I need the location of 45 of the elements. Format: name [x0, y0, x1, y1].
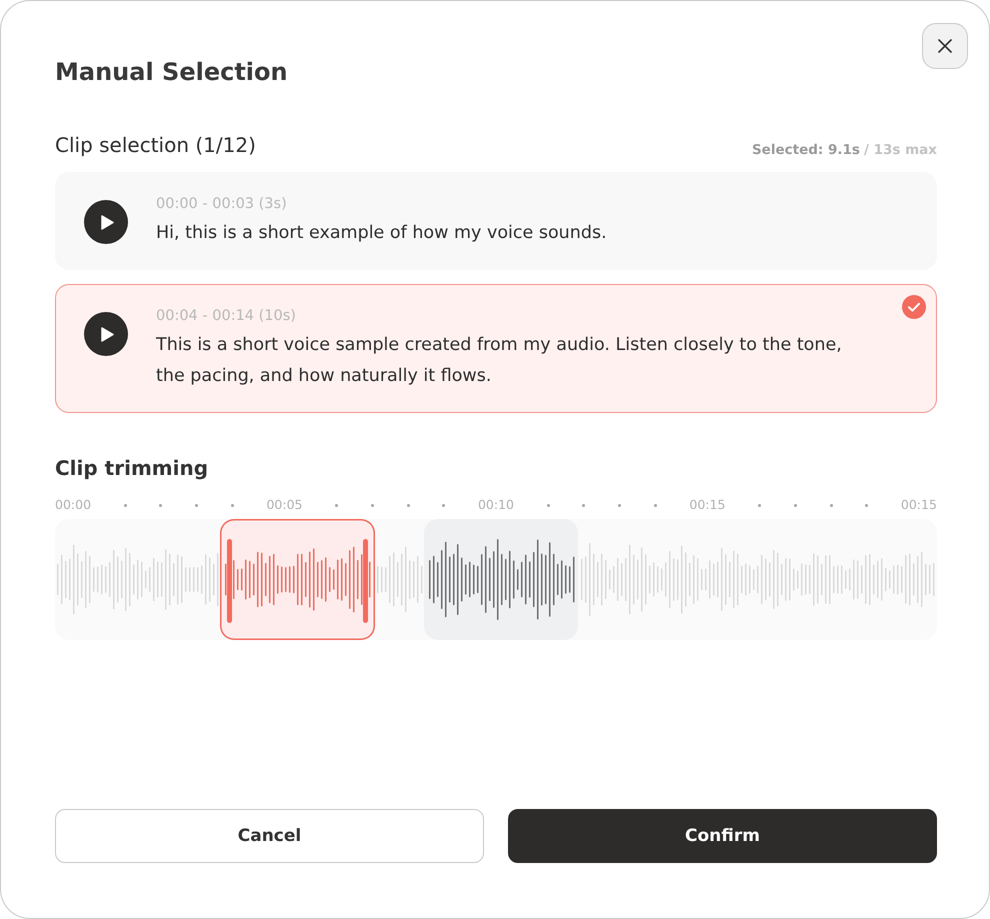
timeline-label: 00:10 — [478, 497, 514, 513]
tick-dot-icon — [195, 504, 198, 506]
section-heading: Clip selection (1/12) — [55, 132, 256, 158]
clip-transcript: This is a short voice sample created from my audio. Listen closely to the tone, the pacing, and how naturally it flows. — [156, 334, 843, 388]
tick-dot-icon — [618, 504, 622, 506]
tick-dot-icon — [335, 504, 338, 506]
tick-dot-icon — [582, 504, 586, 506]
tick-dot-icon — [830, 504, 832, 506]
clip-region[interactable] — [424, 519, 578, 640]
trim-handle[interactable] — [227, 539, 232, 623]
close-button[interactable] — [922, 23, 968, 69]
confirm-button[interactable]: Confirm — [508, 809, 937, 863]
timeline-label: 00:15 — [900, 497, 937, 513]
trim-selection[interactable] — [220, 519, 375, 640]
clip-transcript: Hi, this is a short example of how my voice sounds. — [156, 222, 607, 245]
dialog-title: Manual Selection — [55, 57, 288, 88]
play-button[interactable] — [84, 200, 128, 244]
timeline-label: 00:15 — [689, 497, 726, 513]
clip-card[interactable]: 00:00 - 00:03 (3s) Hi, this is a short example of how my voice sounds. — [55, 172, 937, 270]
check-icon — [902, 295, 926, 319]
trim-handle[interactable] — [363, 539, 368, 623]
timeline-label: 00:05 — [266, 497, 302, 513]
tick-dot-icon — [159, 504, 162, 506]
tick-dot-icon — [442, 504, 446, 506]
tick-dot-icon — [654, 504, 657, 506]
tick-dot-icon — [794, 504, 797, 506]
tick-dot-icon — [230, 504, 234, 506]
close-icon — [938, 39, 952, 53]
cancel-button[interactable]: Cancel — [55, 809, 484, 863]
tick-dot-icon — [406, 504, 410, 506]
play-icon — [101, 214, 114, 230]
play-icon — [101, 326, 114, 342]
timeline-label: 00:00 — [55, 497, 92, 513]
tick-dot-icon — [758, 504, 762, 506]
clip-time-range: 00:00 - 00:03 (3s) — [156, 195, 288, 214]
section-heading: Clip trimming — [55, 455, 210, 481]
tick-dot-icon — [370, 504, 374, 506]
selected-duration: Selected: 9.1s — [752, 141, 860, 159]
play-button[interactable] — [84, 312, 128, 356]
tick-dot-icon — [546, 504, 550, 506]
clip-card[interactable]: 00:04 - 00:14 (10s) This is a short voice sample created from my audio. Listen closely to the tone, the pacing, and how naturally it flows. — [55, 284, 937, 413]
clip-time-range: 00:04 - 00:14 (10s) — [156, 307, 297, 326]
tick-dot-icon — [865, 504, 868, 506]
tick-dot-icon — [124, 504, 127, 506]
max-duration: / 13s max — [864, 141, 937, 159]
